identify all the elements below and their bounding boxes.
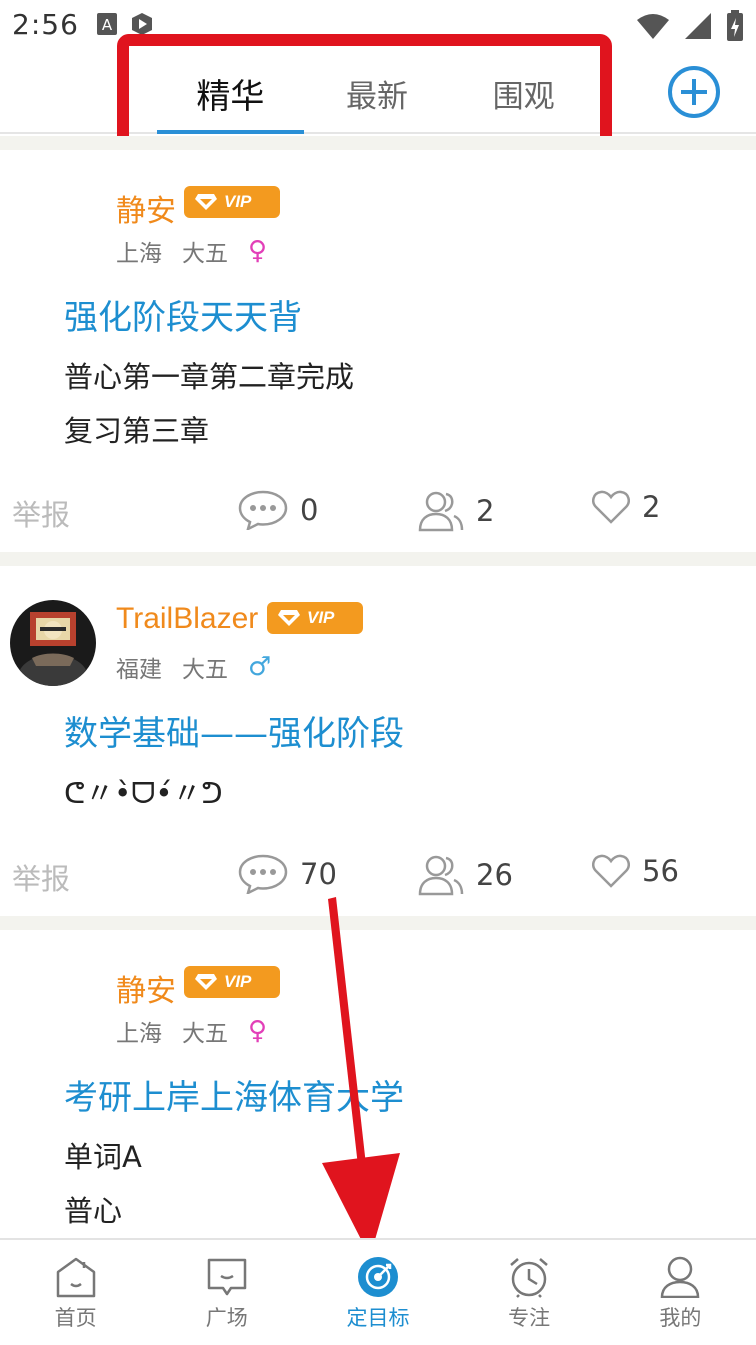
people-icon [418, 855, 464, 896]
post-username[interactable]: 静安 [116, 186, 176, 230]
svg-text:A: A [102, 16, 113, 34]
female-icon: ♀ [248, 236, 268, 266]
male-icon: ♂ [248, 652, 272, 682]
diamond-icon [278, 610, 300, 626]
target-icon [357, 1257, 398, 1297]
heart-icon [592, 854, 630, 888]
post-username[interactable]: 静安 [116, 966, 176, 1010]
tabbar-goals[interactable]: 定目标 [302, 1240, 453, 1345]
person-icon [661, 1256, 700, 1298]
comment-count: 70 [300, 857, 337, 891]
post-meta: 上海 大五 ♀ [116, 1014, 267, 1048]
square-chat-icon [207, 1258, 247, 1296]
diamond-icon [195, 194, 217, 210]
female-icon: ♀ [248, 1016, 268, 1046]
post-location: 福建 [116, 657, 162, 683]
home-icon [56, 1257, 95, 1298]
like-button[interactable]: 2 [592, 490, 660, 524]
status-time: 2:56 [12, 8, 79, 41]
vip-badge: VIP [184, 186, 280, 218]
like-count: 2 [642, 490, 661, 524]
vip-label: VIP [307, 608, 335, 627]
comment-icon [238, 490, 288, 530]
comment-button[interactable]: 70 [238, 854, 337, 894]
notification-a-icon: A [97, 13, 117, 35]
tabbar-label: 专注 [508, 1306, 551, 1330]
add-button[interactable] [668, 66, 720, 118]
like-button[interactable]: 56 [592, 854, 679, 888]
report-button[interactable]: 举报 [12, 492, 70, 534]
bottom-tab-bar: 首页 广场 定目标 专注 我的 [0, 1238, 756, 1345]
people-icon [418, 491, 464, 532]
header: 精华 最新 围观 [0, 34, 756, 159]
participants-count: 2 [476, 494, 495, 528]
post-actions: 举报 70 26 56 [0, 850, 756, 900]
comment-button[interactable]: 0 [238, 490, 318, 530]
vip-label: VIP [224, 972, 252, 991]
participants-count: 26 [476, 858, 513, 892]
post-meta: 上海 大五 ♀ [116, 234, 267, 268]
vip-label: VIP [224, 192, 252, 211]
post-body: 普心第一章第二章完成 复习第三章 [64, 350, 354, 458]
post-location: 上海 [116, 1021, 162, 1047]
post-card[interactable]: 静安 VIP 上海 大五 ♀ 考研上岸上海体育大学 单词A 普心 [0, 930, 756, 1238]
comment-count: 0 [300, 493, 319, 527]
post-body-line: 普心第一章第二章完成 [64, 360, 355, 394]
post-body-line: 复习第三章 [64, 414, 210, 448]
like-count: 56 [642, 854, 679, 888]
post-body: 单词A 普心 [64, 1130, 142, 1238]
plus-icon [681, 79, 707, 105]
tab-featured[interactable]: 精华 [157, 52, 304, 134]
status-bar: 2:56 A [0, 0, 756, 52]
post-title[interactable]: 强化阶段天天背 [64, 290, 302, 339]
heart-icon [592, 490, 630, 524]
post-body-line: 单词A [64, 1140, 142, 1174]
tabbar-label: 我的 [659, 1306, 702, 1330]
post-body: ᕦ〃•̀ᗜ•́〃ᕤ [64, 766, 223, 820]
tab-bar-top: 精华 最新 围观 [157, 52, 597, 134]
post-grade: 大五 [182, 1021, 228, 1047]
post-username[interactable]: TrailBlazer [116, 602, 258, 636]
post-meta: 福建 大五 ♂ [116, 650, 271, 684]
post-body-line: 普心 [64, 1194, 123, 1228]
post-grade: 大五 [182, 657, 228, 683]
tabbar-label: 首页 [54, 1306, 97, 1330]
signal-icon [685, 13, 711, 39]
notification-play-icon [132, 13, 152, 35]
post-actions: 举报 0 2 2 [0, 486, 756, 536]
wifi-icon [637, 14, 669, 39]
tabbar-home[interactable]: 首页 [0, 1240, 151, 1345]
participants-button[interactable]: 26 [418, 854, 513, 896]
comment-icon [238, 854, 288, 894]
avatar-image [10, 600, 96, 686]
post-location: 上海 [116, 241, 162, 267]
battery-icon [727, 10, 743, 41]
alarm-clock-icon [510, 1258, 548, 1298]
tabbar-label: 定目标 [346, 1306, 410, 1330]
tabbar-label: 广场 [205, 1306, 248, 1330]
post-grade: 大五 [182, 241, 228, 267]
post-feed[interactable]: 静安 VIP 上海 大五 ♀ 强化阶段天天背 普心第一章第二章完成 复习第三章 … [0, 136, 756, 1238]
post-body-line: ᕦ〃•̀ᗜ•́〃ᕤ [64, 776, 223, 810]
avatar[interactable] [10, 600, 96, 686]
tabbar-plaza[interactable]: 广场 [151, 1240, 302, 1345]
vip-badge: VIP [184, 966, 280, 998]
post-card[interactable]: TrailBlazer VIP 福建 大五 ♂ 数学基础——强化阶段 ᕦ〃•̀ᗜ… [0, 566, 756, 916]
post-title[interactable]: 数学基础——强化阶段 [64, 706, 404, 755]
vip-badge: VIP [267, 602, 363, 634]
tab-watch[interactable]: 围观 [450, 52, 597, 134]
diamond-icon [195, 974, 217, 990]
tabbar-focus[interactable]: 专注 [454, 1240, 605, 1345]
tab-latest[interactable]: 最新 [304, 52, 451, 134]
post-card[interactable]: 静安 VIP 上海 大五 ♀ 强化阶段天天背 普心第一章第二章完成 复习第三章 … [0, 150, 756, 552]
tabbar-me[interactable]: 我的 [605, 1240, 756, 1345]
post-title[interactable]: 考研上岸上海体育大学 [64, 1070, 404, 1119]
participants-button[interactable]: 2 [418, 490, 494, 532]
report-button[interactable]: 举报 [12, 856, 70, 898]
